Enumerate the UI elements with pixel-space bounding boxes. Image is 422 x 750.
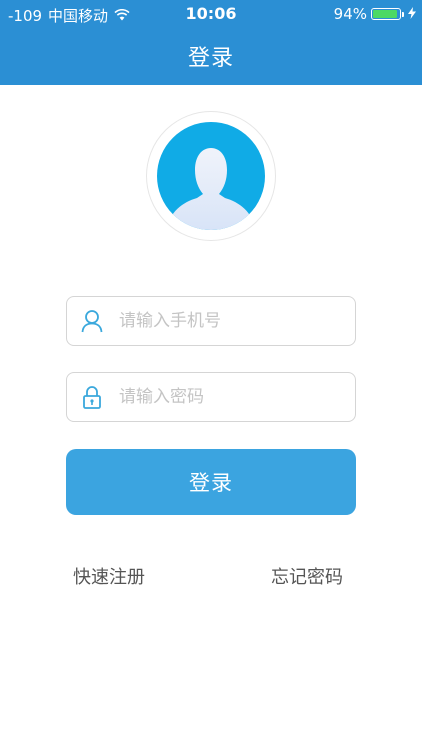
user-outline-icon — [67, 297, 117, 345]
phone-field[interactable] — [66, 296, 356, 346]
lightning-icon — [408, 5, 416, 23]
password-input[interactable] — [117, 386, 341, 408]
battery-fill — [373, 10, 398, 18]
status-right: 94% — [334, 5, 416, 23]
battery-tip — [402, 11, 404, 17]
forgot-password-link[interactable]: 忘记密码 — [271, 563, 343, 589]
header-bar: -109 中国移动 10:06 94% 登录 — [0, 0, 422, 85]
status-bar: -109 中国移动 10:06 94% — [0, 0, 422, 28]
login-button[interactable]: 登录 — [66, 449, 356, 515]
avatar — [146, 111, 276, 241]
avatar-image — [157, 122, 265, 230]
password-field[interactable] — [66, 372, 356, 422]
register-link[interactable]: 快速注册 — [73, 563, 145, 589]
battery-percent: 94% — [333, 5, 367, 23]
lock-icon — [67, 373, 117, 421]
page-title: 登录 — [187, 46, 234, 71]
battery-icon — [371, 8, 401, 20]
phone-input[interactable] — [117, 310, 341, 332]
